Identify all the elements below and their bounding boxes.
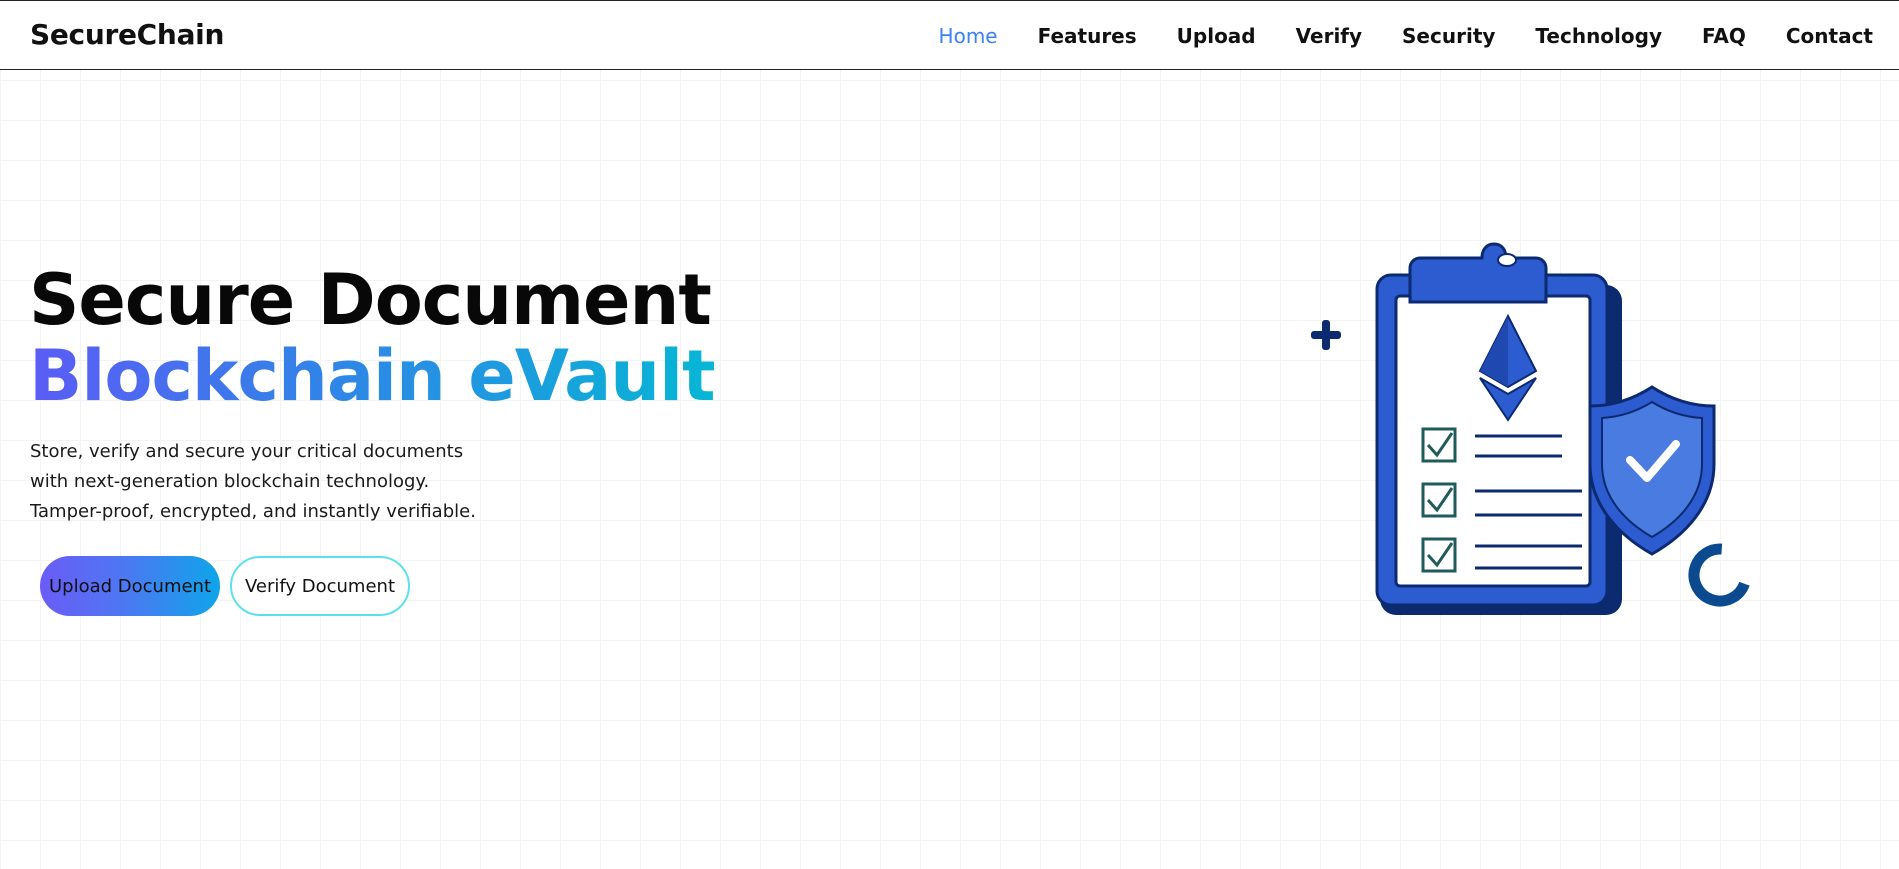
clipboard-illustration bbox=[1311, 242, 1752, 615]
nav-link-features[interactable]: Features bbox=[1038, 24, 1137, 48]
verify-document-button[interactable]: Verify Document bbox=[230, 556, 410, 616]
main-nav: Home Features Upload Verify Security Tec… bbox=[939, 1, 1873, 71]
nav-link-home[interactable]: Home bbox=[939, 24, 998, 48]
hero-title-line2: Blockchain eVault bbox=[29, 335, 716, 417]
upload-document-button[interactable]: Upload Document bbox=[40, 556, 220, 616]
nav-link-faq[interactable]: FAQ bbox=[1702, 24, 1746, 48]
hero-description: Store, verify and secure your critical d… bbox=[30, 441, 476, 522]
nav-link-technology[interactable]: Technology bbox=[1535, 24, 1662, 48]
top-navbar: SecureChain Home Features Upload Verify … bbox=[0, 0, 1899, 70]
clipboard-icon bbox=[1375, 242, 1622, 615]
nav-link-security[interactable]: Security bbox=[1402, 24, 1495, 48]
hero-title: Secure Document Blockchain eVault bbox=[29, 259, 716, 417]
plus-icon bbox=[1311, 320, 1341, 350]
nav-link-upload[interactable]: Upload bbox=[1177, 24, 1256, 48]
nav-link-verify[interactable]: Verify bbox=[1296, 24, 1362, 48]
nav-link-contact[interactable]: Contact bbox=[1786, 24, 1873, 48]
loading-ring-icon bbox=[1688, 543, 1752, 607]
hero-actions: Upload Document Verify Document bbox=[40, 556, 410, 616]
hero-title-line1: Secure Document bbox=[29, 259, 712, 341]
brand-logo[interactable]: SecureChain bbox=[30, 18, 224, 51]
